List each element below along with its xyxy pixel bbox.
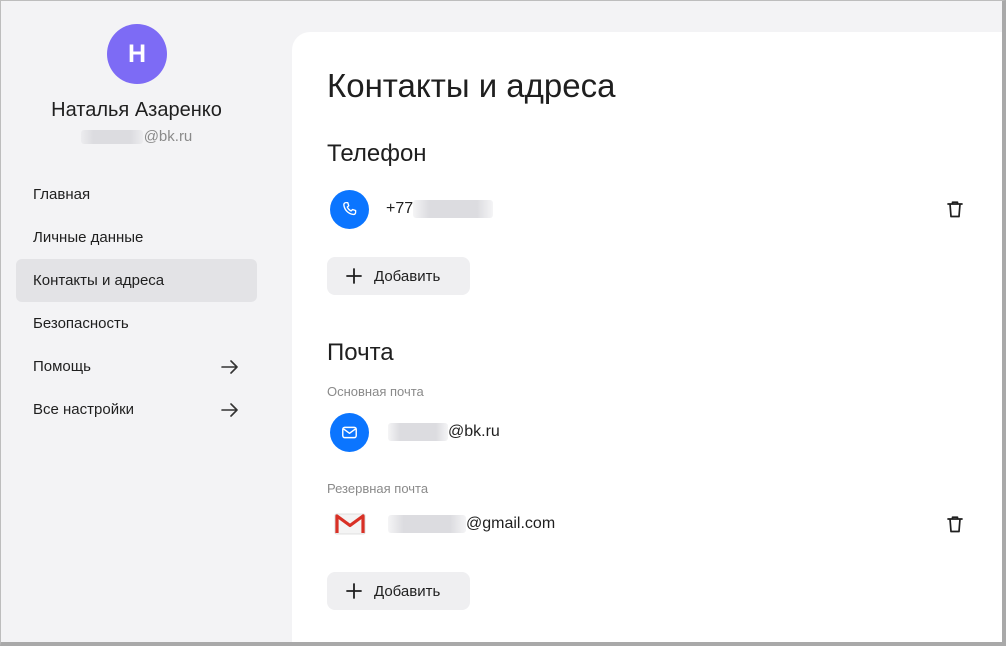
plus-icon [346, 583, 362, 599]
sidebar-item-label: Контакты и адреса [33, 272, 165, 289]
sidebar-item-label: Безопасность [33, 315, 129, 332]
avatar-initial: Н [127, 39, 147, 68]
sidebar: Н Наталья Азаренко @bk.ru Главная Личные… [0, 0, 292, 646]
phone-section-title: Телефон [327, 140, 427, 167]
redacted-email-local [388, 423, 448, 441]
mail-section-title: Почта [327, 339, 394, 366]
sidebar-item-all-settings[interactable]: Все настройки [16, 388, 257, 431]
sidebar-nav: Главная Личные данные Контакты и адреса … [16, 173, 257, 431]
backup-mail-address: @gmail.com [388, 515, 555, 533]
phone-number: +7 7 [386, 200, 494, 218]
backup-mail-label: Резервная почта [327, 481, 429, 496]
backup-mail-domain: @gmail.com [466, 515, 556, 532]
sidebar-item-label: Помощь [33, 358, 91, 375]
primary-mail-label: Основная почта [327, 384, 424, 399]
avatar[interactable]: Н [107, 24, 167, 84]
trash-icon[interactable] [945, 199, 965, 219]
redacted-phone-number [413, 200, 494, 218]
sidebar-item-home[interactable]: Главная [16, 173, 257, 216]
trash-icon[interactable] [945, 514, 965, 534]
sidebar-item-label: Все настройки [33, 401, 135, 418]
primary-mail-address: @bk.ru [388, 423, 500, 441]
redacted-email-local [388, 515, 466, 533]
page-title: Контакты и адреса [327, 67, 616, 104]
mail-icon [330, 412, 369, 452]
primary-mail-row[interactable]: @bk.ru [330, 412, 500, 452]
redacted-email-local [80, 130, 143, 145]
phone-icon [330, 189, 369, 229]
sidebar-item-help[interactable]: Помощь [16, 345, 257, 388]
phone-row[interactable]: +7 7 [330, 189, 494, 229]
arrow-right-icon [221, 359, 238, 374]
main-panel: Контакты и адреса Телефон +7 7 Добавить П… [292, 32, 1002, 642]
backup-mail-row[interactable]: @gmail.com [330, 504, 555, 544]
sidebar-item-contacts[interactable]: Контакты и адреса [16, 259, 257, 302]
user-name: Наталья Азаренко [51, 99, 222, 121]
phone-number-prefix: +7 [386, 200, 405, 217]
user-email: @bk.ru [0, 128, 273, 145]
plus-icon [346, 268, 362, 284]
arrow-right-icon [221, 402, 238, 417]
primary-mail-domain: @bk.ru [448, 423, 500, 440]
phone-number-visible: 7 [404, 200, 414, 217]
sidebar-item-security[interactable]: Безопасность [16, 302, 257, 345]
add-phone-button[interactable]: Добавить [327, 257, 470, 295]
sidebar-item-personal-data[interactable]: Личные данные [16, 216, 257, 259]
add-phone-label: Добавить [374, 267, 441, 285]
user-email-domain: @bk.ru [143, 128, 193, 145]
add-mail-label: Добавить [374, 582, 441, 600]
gmail-icon [330, 505, 369, 544]
add-mail-button[interactable]: Добавить [327, 572, 470, 610]
sidebar-item-label: Главная [33, 186, 91, 203]
sidebar-item-label: Личные данные [33, 229, 144, 246]
